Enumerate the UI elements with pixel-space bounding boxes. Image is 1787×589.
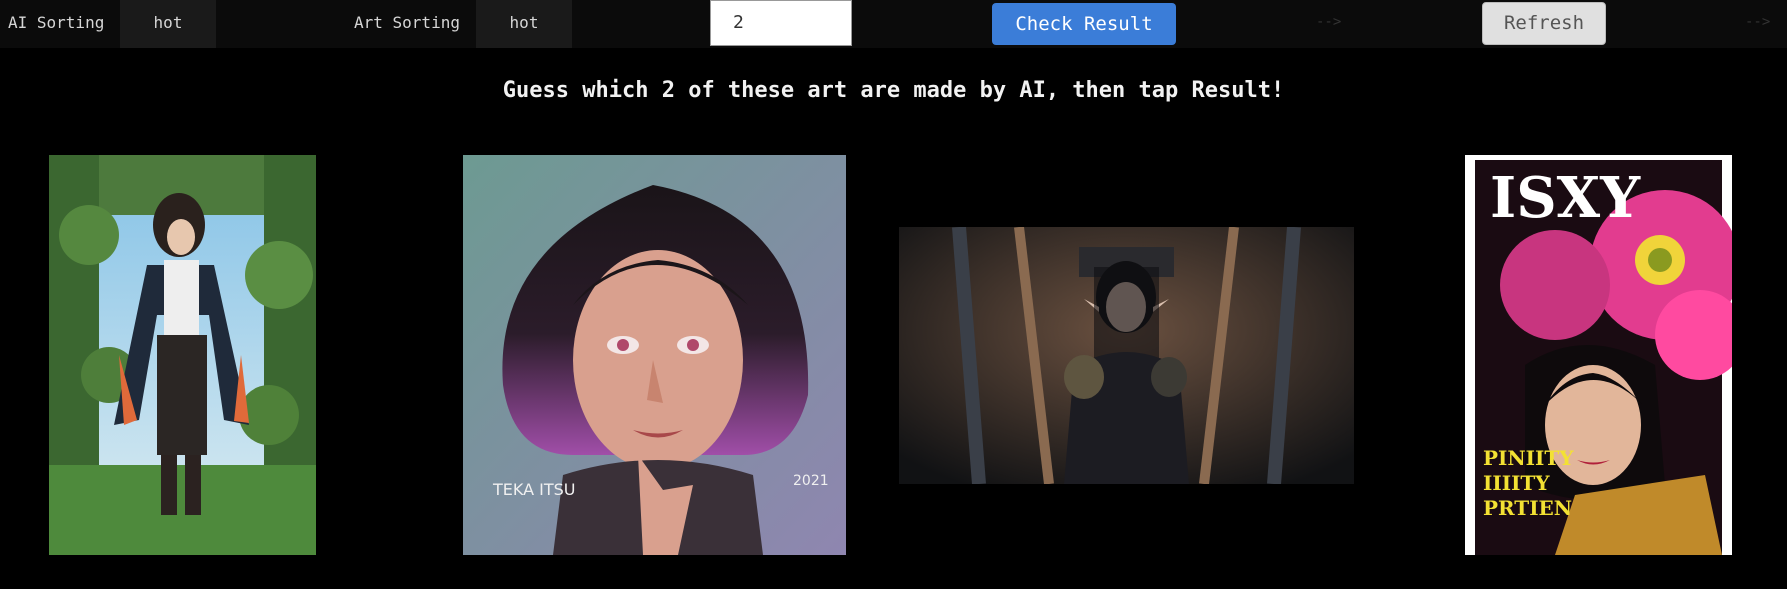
art-sorting-select[interactable]: hot — [476, 0, 572, 48]
artwork-1[interactable] — [49, 155, 316, 555]
artwork-4-cover-line-2: IIIITY — [1483, 471, 1550, 495]
artwork-4-cover-line-1: PINIITY — [1483, 446, 1574, 470]
artwork-3[interactable] — [899, 227, 1354, 484]
artwork-4-cover-line-3: PRTIEN — [1483, 496, 1572, 520]
ai-count-input[interactable]: 2 — [710, 0, 852, 46]
artwork-4-image: ISXY PINIITY IIIITY PRTIEN — [1465, 155, 1732, 555]
artwork-4[interactable]: ISXY PINIITY IIIITY PRTIEN — [1465, 155, 1732, 555]
instruction-text: Guess which 2 of these art are made by A… — [502, 78, 1285, 103]
artwork-2-signature-left: TEKA ITSU — [492, 480, 575, 499]
check-result-button[interactable]: Check Result — [992, 3, 1176, 45]
ai-sorting-select[interactable]: hot — [120, 0, 216, 48]
artwork-1-image — [49, 155, 316, 555]
artwork-2[interactable]: TEKA ITSU 2021 — [463, 155, 846, 555]
refresh-button[interactable]: Refresh — [1482, 2, 1606, 45]
ai-sorting-label: AI Sorting — [8, 13, 105, 32]
art-sorting-label: Art Sorting — [354, 13, 460, 32]
arrow-indicator-2: --> — [1745, 14, 1771, 30]
arrow-indicator: --> — [1316, 14, 1342, 30]
artwork-2-image: TEKA ITSU 2021 — [463, 155, 846, 555]
artwork-3-image — [899, 227, 1354, 484]
artwork-4-cover-title: ISXY — [1490, 165, 1641, 231]
artwork-2-signature-right: 2021 — [793, 473, 829, 489]
